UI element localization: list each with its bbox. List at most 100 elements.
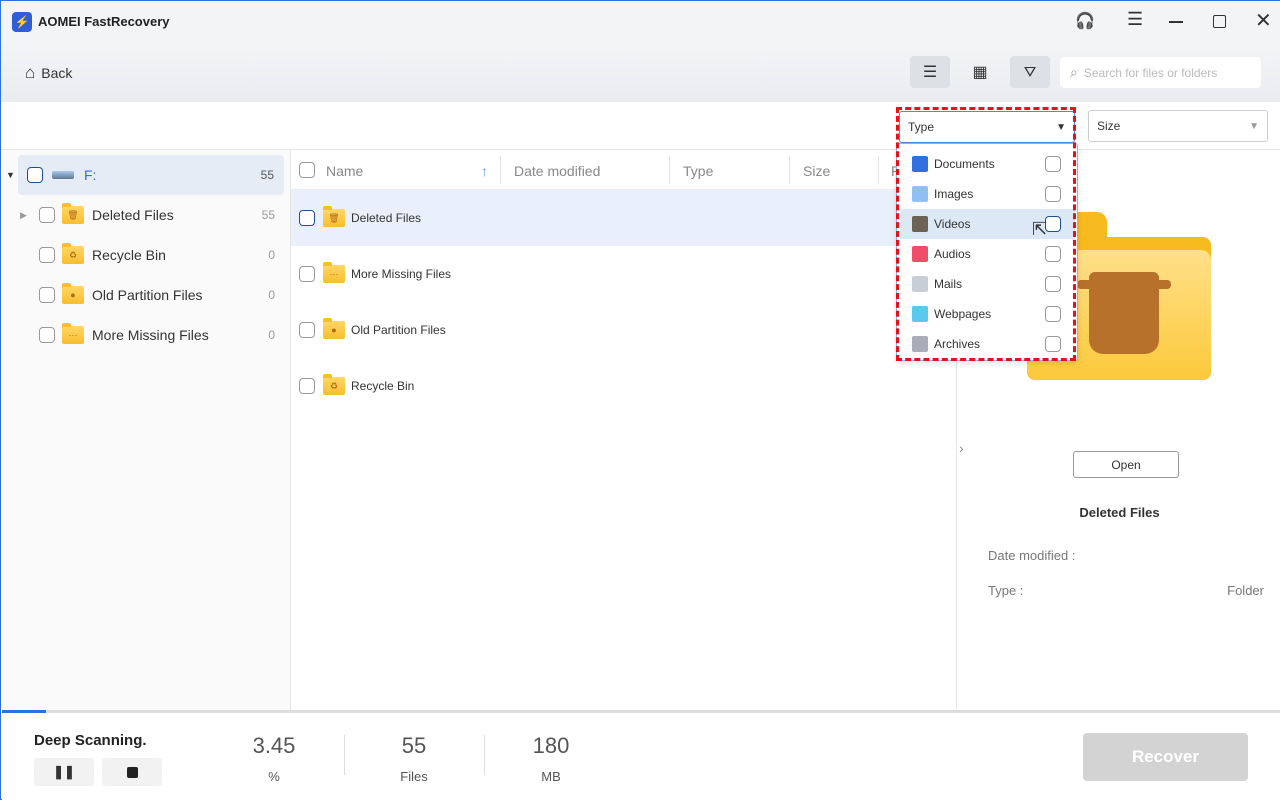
detail-date-label: Date modified : — [988, 548, 1076, 563]
file-row[interactable]: 🗑 Deleted Files — [291, 190, 956, 246]
select-all-checkbox[interactable] — [299, 162, 315, 178]
tree-item[interactable]: ··· More Missing Files 0 — [2, 315, 291, 355]
video-icon — [912, 216, 928, 232]
tree-item-count: 55 — [261, 208, 275, 222]
detail-type-label: Type : — [988, 583, 1024, 598]
grid-view-button[interactable]: ▦ — [960, 56, 1000, 88]
type-option-videos[interactable]: Videos — [900, 209, 1075, 239]
filter-button[interactable]: ⛛ — [1010, 56, 1050, 88]
mouse-cursor-icon: ⇱ — [1032, 219, 1048, 239]
size-unit: MB — [541, 769, 561, 784]
folder-icon: ··· — [62, 323, 84, 344]
sort-asc-icon[interactable]: ↑ — [481, 163, 488, 179]
tree-item-checkbox[interactable] — [39, 287, 55, 303]
scan-status-title: Deep Scanning. — [34, 732, 147, 749]
type-option-images[interactable]: Images — [900, 179, 1075, 209]
type-option-checkbox[interactable] — [1045, 216, 1061, 232]
type-option-checkbox[interactable] — [1045, 276, 1061, 292]
folder-tree: ▼ F: 55 ▶ 🗑 Deleted Files 55 ♻ Recycle Bin 0 ● O… — [2, 150, 291, 711]
minimize-button[interactable] — [1169, 21, 1183, 23]
type-option-checkbox[interactable] — [1045, 186, 1061, 202]
file-row-checkbox[interactable] — [299, 266, 315, 282]
type-filter-dropdown: Documents Images Videos Audios Mails Webpages… — [896, 143, 1078, 361]
file-row-checkbox[interactable] — [299, 378, 315, 394]
tree-item[interactable]: ▶ 🗑 Deleted Files 55 — [2, 195, 291, 235]
tree-drive-f[interactable]: ▼ F: 55 — [6, 155, 284, 195]
caret-down-icon: ▼ — [1249, 120, 1259, 132]
type-option-label: Videos — [934, 217, 971, 231]
tree-item-label: Recycle Bin — [92, 247, 166, 263]
type-option-checkbox[interactable] — [1045, 306, 1061, 322]
menu-icon[interactable]: ☰ — [1127, 9, 1143, 30]
file-row[interactable]: ··· More Missing Files — [291, 246, 956, 302]
maximize-button[interactable] — [1213, 15, 1226, 28]
file-name: Old Partition Files — [351, 323, 446, 337]
files-value: 55 — [401, 733, 427, 758]
close-button[interactable]: ✕ — [1255, 8, 1272, 33]
tree-item-label: Old Partition Files — [92, 287, 203, 303]
file-list-header: Name ↑ Date modified Type Size P — [291, 150, 956, 190]
list-view-button[interactable]: ☰ — [910, 56, 950, 88]
type-option-label: Webpages — [934, 307, 992, 321]
folder-icon: ● — [62, 283, 84, 304]
support-headset-icon[interactable]: 🎧 — [1075, 11, 1095, 31]
image-icon — [912, 186, 928, 202]
title-bar: ⚡ AOMEI FastRecovery 🎧 ☰ ✕ — [1, 1, 1280, 41]
type-option-audios[interactable]: Audios — [900, 239, 1075, 269]
collapse-pane-icon[interactable]: › — [959, 440, 964, 456]
app-logo-icon: ⚡ — [12, 12, 32, 32]
open-button[interactable]: Open — [1073, 451, 1179, 478]
type-filter-select[interactable]: Type ▼ — [899, 111, 1075, 143]
column-date-modified[interactable]: Date modified — [514, 163, 600, 179]
file-row-checkbox[interactable] — [299, 322, 315, 338]
type-option-documents[interactable]: Documents — [900, 149, 1075, 179]
file-row-checkbox[interactable] — [299, 210, 315, 226]
stop-button[interactable] — [102, 758, 162, 786]
type-option-label: Images — [934, 187, 974, 201]
divider — [344, 735, 345, 775]
file-row[interactable]: ♻ Recycle Bin — [291, 358, 956, 414]
type-option-checkbox[interactable] — [1045, 246, 1061, 262]
drive-checkbox[interactable] — [27, 167, 43, 183]
tree-item[interactable]: ● Old Partition Files 0 — [2, 275, 291, 315]
file-row[interactable]: ● Old Partition Files — [291, 302, 956, 358]
progress-value: 3.45 — [252, 733, 296, 758]
app-title: AOMEI FastRecovery — [38, 14, 170, 29]
files-unit: Files — [400, 769, 428, 784]
folder-icon: 🗑 — [323, 206, 345, 227]
app-window: ⚡ AOMEI FastRecovery 🎧 ☰ ✕ ⌂ Back ☰ ▦ ⛛ … — [0, 0, 1280, 800]
word-doc-icon — [912, 156, 928, 172]
expand-icon[interactable]: ▼ — [6, 170, 15, 180]
size-filter-select[interactable]: Size ▼ — [1088, 110, 1268, 142]
recover-button[interactable]: Recover — [1083, 733, 1248, 781]
folder-icon: ♻ — [62, 243, 84, 264]
drive-icon — [52, 171, 74, 179]
type-filter-label: Type — [908, 120, 935, 134]
tree-item-label: More Missing Files — [92, 327, 209, 343]
type-option-archives[interactable]: Archives — [900, 329, 1075, 359]
back-button[interactable]: ⌂ Back — [25, 63, 72, 83]
tree-item[interactable]: ♻ Recycle Bin 0 — [2, 235, 291, 275]
search-input[interactable]: ⌕ Search for files or folders — [1060, 57, 1261, 88]
type-option-label: Archives — [934, 337, 981, 351]
expand-icon[interactable]: ▶ — [20, 210, 27, 221]
column-size[interactable]: Size — [803, 163, 830, 179]
drive-label: F: — [84, 167, 97, 183]
tree-item-checkbox[interactable] — [39, 207, 55, 223]
pause-icon: ❚❚ — [53, 764, 75, 779]
back-label: Back — [41, 65, 73, 81]
pause-button[interactable]: ❚❚ — [34, 758, 94, 786]
search-placeholder: Search for files or folders — [1083, 65, 1218, 80]
type-option-checkbox[interactable] — [1045, 336, 1061, 352]
type-option-label: Audios — [934, 247, 971, 261]
column-type[interactable]: Type — [683, 163, 713, 179]
column-name[interactable]: Name — [326, 163, 363, 179]
file-name: Recycle Bin — [351, 379, 415, 393]
type-option-checkbox[interactable] — [1045, 156, 1061, 172]
tree-item-checkbox[interactable] — [39, 327, 55, 343]
tree-item-checkbox[interactable] — [39, 247, 55, 263]
type-option-mails[interactable]: Mails — [900, 269, 1075, 299]
type-option-webpages[interactable]: Webpages — [900, 299, 1075, 329]
stop-icon — [126, 766, 138, 778]
drive-count: 55 — [260, 168, 274, 182]
